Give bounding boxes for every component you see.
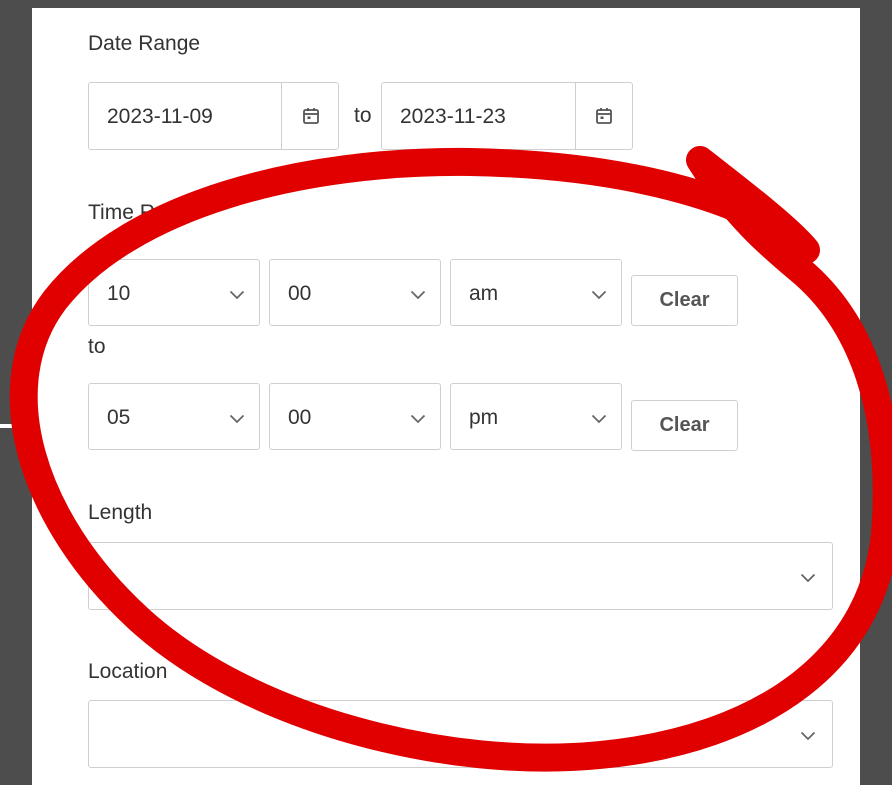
start-time-clear-button[interactable]: Clear [631,275,738,326]
start-hour-value: 10 [107,282,131,305]
calendar-icon[interactable] [302,107,320,125]
chevron-down-icon [410,414,426,424]
divider [281,83,282,149]
length-select[interactable] [88,542,833,610]
divider [575,83,576,149]
end-minute-select[interactable]: 00 [269,383,441,450]
time-range-separator: to [88,335,106,358]
start-period-select[interactable]: am [450,259,622,326]
location-label: Location [88,660,168,683]
date-range-separator: to [354,104,372,127]
filter-panel: Date Range 2023-11-09 to 2023-11-23 Time… [32,8,860,785]
chevron-down-icon [410,290,426,300]
end-date-value: 2023-11-23 [400,105,506,128]
end-period-value: pm [469,406,499,429]
end-date-field[interactable]: 2023-11-23 [381,82,633,150]
chevron-down-icon [800,573,816,583]
start-minute-value: 00 [288,282,312,305]
start-date-field[interactable]: 2023-11-09 [88,82,339,150]
start-date-value: 2023-11-09 [107,105,213,128]
location-select[interactable] [88,700,833,768]
start-minute-select[interactable]: 00 [269,259,441,326]
calendar-icon[interactable] [595,107,613,125]
end-minute-value: 00 [288,406,312,429]
chevron-down-icon [229,414,245,424]
chevron-down-icon [229,290,245,300]
chevron-down-icon [800,731,816,741]
date-range-label: Date Range [88,32,201,55]
end-hour-value: 05 [107,406,131,429]
length-label: Length [88,501,153,524]
chevron-down-icon [591,414,607,424]
start-hour-select[interactable]: 10 [88,259,260,326]
end-hour-select[interactable]: 05 [88,383,260,450]
chevron-down-icon [591,290,607,300]
time-range-label: Time Range [88,201,202,224]
end-time-clear-button[interactable]: Clear [631,400,738,451]
start-period-value: am [469,282,499,305]
end-period-select[interactable]: pm [450,383,622,450]
